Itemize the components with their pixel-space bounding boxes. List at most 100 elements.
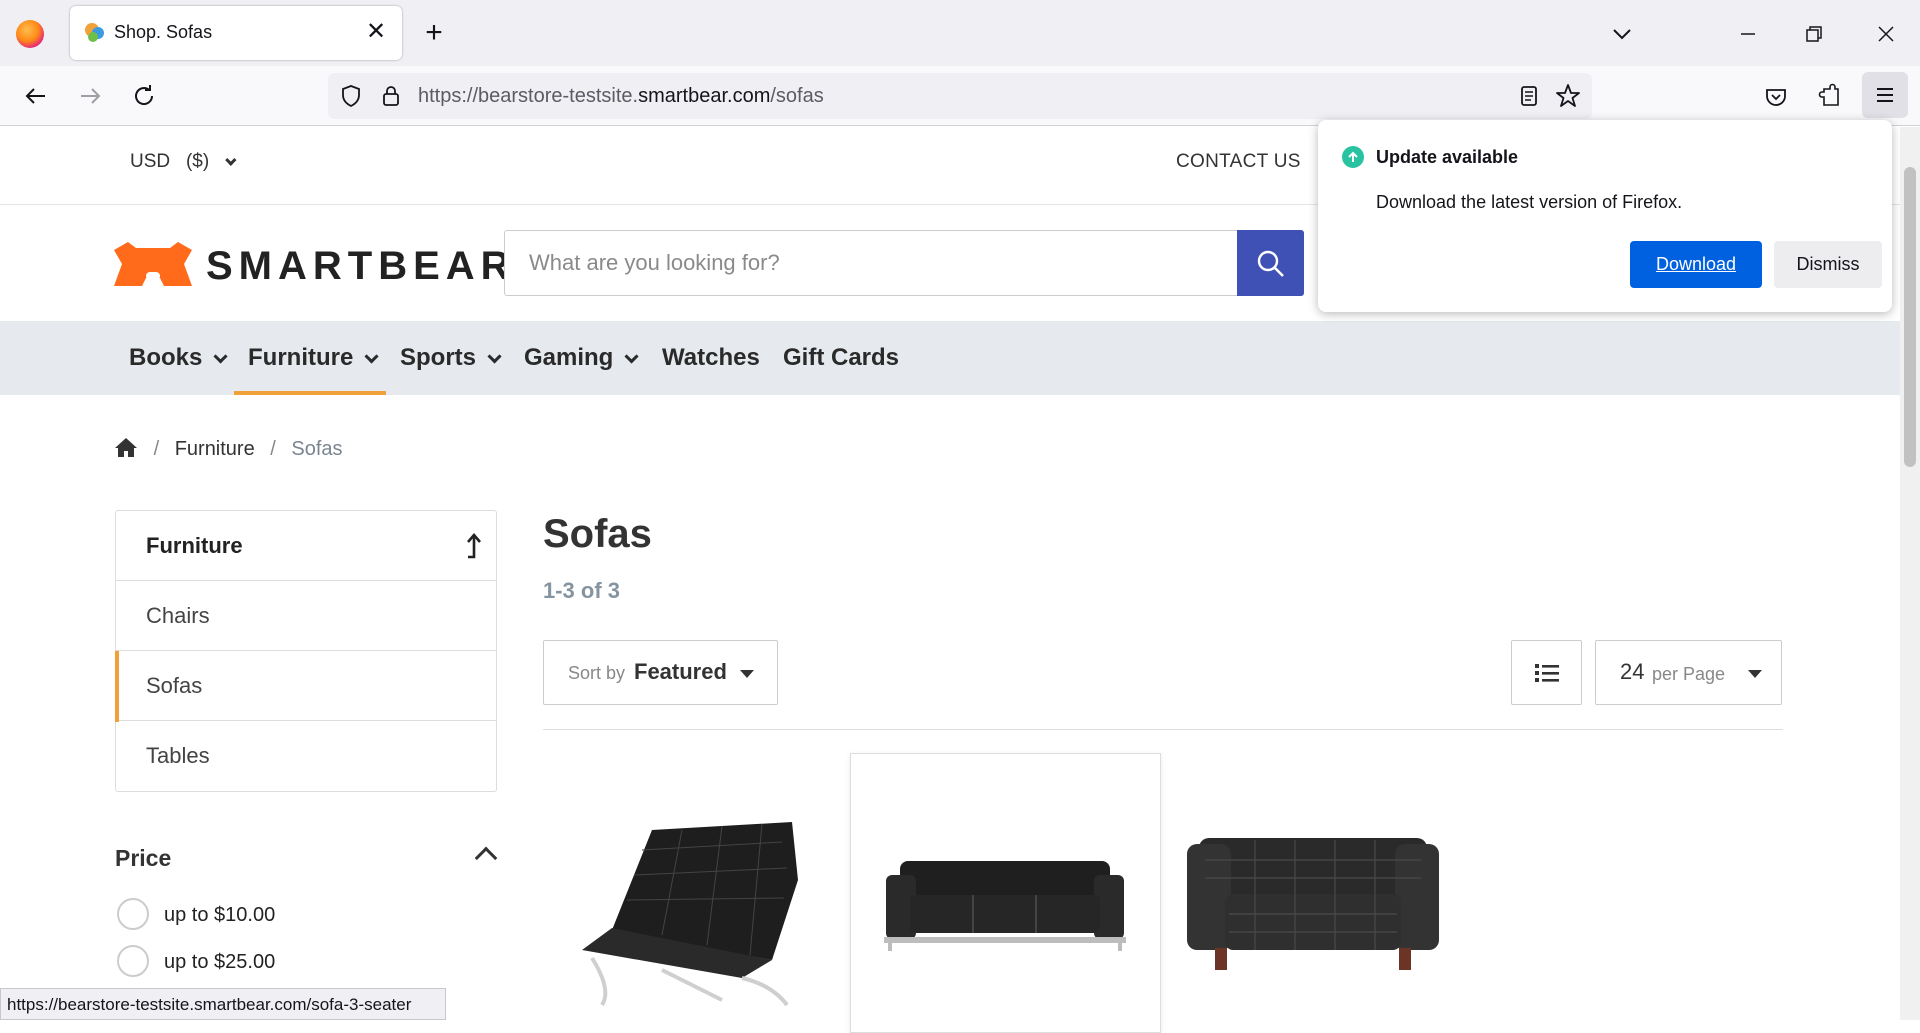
product-image-3-seater-sofa[interactable]	[880, 855, 1130, 955]
tab-title: Shop. Sofas	[114, 22, 213, 42]
sidebar-heading-furniture[interactable]: Furniture	[116, 511, 496, 581]
chevron-down-icon	[624, 349, 639, 364]
popup-message: Download the latest version of Firefox.	[1376, 192, 1683, 212]
contact-us-link[interactable]: CONTACT US	[1176, 151, 1301, 173]
hamburger-menu-icon	[1877, 88, 1893, 102]
caret-down-icon	[1748, 670, 1762, 678]
smartbear-logo[interactable]: SMARTBEAR	[112, 238, 510, 288]
reader-view-icon[interactable]	[1516, 83, 1542, 109]
browser-tab-bar: Shop. Sofas ✕ +	[0, 0, 1920, 66]
lock-icon[interactable]	[378, 83, 404, 109]
sidebar-item-label: Tables	[146, 743, 210, 768]
url-text[interactable]: https://bearstore-testsite.smartbear.com…	[418, 85, 824, 108]
reload-icon[interactable]	[126, 78, 162, 114]
caret-down-icon	[740, 670, 754, 678]
link-status-bar: https://bearstore-testsite.smartbear.com…	[0, 988, 446, 1020]
url-domain: smartbear.com	[638, 85, 771, 107]
chevron-down-icon[interactable]	[1606, 20, 1638, 48]
back-arrow-icon[interactable]	[18, 78, 54, 114]
sidebar-item-label: Chairs	[146, 603, 210, 628]
firefox-icon[interactable]	[16, 20, 44, 48]
per-page-value: 24	[1620, 659, 1645, 684]
download-button[interactable]: Download	[1630, 241, 1762, 288]
nav-label: Books	[129, 344, 203, 371]
address-bar[interactable]: https://bearstore-testsite.smartbear.com…	[328, 73, 1592, 119]
page-title: Sofas	[543, 512, 652, 556]
breadcrumb-current: Sofas	[291, 438, 343, 460]
sidebar-categories: Furniture Chairs Sofas Tables	[115, 510, 497, 792]
price-radio-10[interactable]	[117, 898, 149, 930]
list-view-icon	[1535, 664, 1559, 682]
currency-selector[interactable]: USD ($)	[130, 151, 237, 173]
price-option-label[interactable]: up to $25.00	[164, 951, 275, 974]
sort-dropdown[interactable]: Sort by Featured	[543, 640, 778, 705]
chevron-up-icon[interactable]	[474, 846, 498, 870]
nav-item-gift-cards[interactable]: Gift Cards	[783, 321, 899, 395]
nav-item-gaming[interactable]: Gaming	[524, 321, 639, 395]
forward-arrow-icon[interactable]	[72, 78, 108, 114]
chevron-down-icon	[213, 349, 228, 364]
new-tab-icon[interactable]: +	[418, 18, 450, 50]
per-page-label: per Page	[1652, 664, 1726, 684]
chevron-down-icon	[487, 349, 502, 364]
search-box	[504, 230, 1304, 296]
chevron-down-icon	[225, 154, 237, 166]
sort-prefix: Sort by	[568, 663, 626, 683]
product-image-barcelona-sofa[interactable]	[572, 810, 812, 1010]
divider	[543, 729, 1783, 730]
breadcrumb-furniture[interactable]: Furniture	[175, 438, 255, 460]
update-arrow-icon	[1342, 146, 1364, 168]
nav-item-books[interactable]: Books	[129, 321, 228, 395]
search-button[interactable]	[1237, 230, 1304, 296]
nav-item-sports[interactable]: Sports	[400, 321, 502, 395]
product-image-tufted-sofa[interactable]	[1185, 832, 1441, 972]
breadcrumb-separator: /	[270, 438, 276, 460]
url-path: /sofas	[770, 85, 824, 107]
nav-label: Furniture	[248, 344, 354, 371]
nav-label: Gaming	[524, 344, 614, 371]
search-input[interactable]	[505, 231, 1235, 295]
shield-icon[interactable]	[338, 83, 364, 109]
chevron-down-icon	[364, 349, 379, 364]
bookmark-star-icon[interactable]	[1554, 82, 1582, 110]
scrollbar-thumb[interactable]	[1904, 167, 1916, 467]
update-available-panel: Update available Download the latest ver…	[1318, 120, 1892, 312]
close-tab-icon[interactable]: ✕	[362, 18, 390, 46]
bear-logo-icon	[114, 242, 192, 286]
active-item-indicator	[115, 651, 119, 722]
category-nav: Books Furniture Sports Gaming Watches Gi…	[0, 321, 1900, 395]
popup-title: Update available	[1376, 147, 1519, 167]
pocket-icon[interactable]	[1762, 83, 1790, 111]
smartbear-favicon-icon	[85, 23, 104, 42]
sidebar-item-tables[interactable]: Tables	[116, 721, 496, 791]
sidebar-heading-label: Furniture	[146, 533, 243, 558]
home-icon[interactable]	[114, 436, 138, 458]
window-close-icon[interactable]	[1870, 18, 1902, 50]
sidebar-item-sofas[interactable]: Sofas	[116, 651, 496, 721]
dismiss-button[interactable]: Dismiss	[1774, 241, 1882, 288]
app-menu-button[interactable]	[1862, 72, 1908, 118]
breadcrumb: / Furniture / Sofas	[114, 436, 343, 466]
extensions-icon[interactable]	[1816, 83, 1844, 111]
currency-symbol: ($)	[185, 151, 210, 172]
sidebar-item-chairs[interactable]: Chairs	[116, 581, 496, 651]
per-page-dropdown[interactable]: 24 per Page	[1595, 640, 1782, 705]
nav-item-watches[interactable]: Watches	[662, 321, 760, 395]
active-nav-underline	[234, 391, 386, 395]
minimize-icon[interactable]	[1734, 20, 1762, 48]
price-filter-title[interactable]: Price	[115, 845, 171, 872]
nav-label: Sports	[400, 344, 477, 371]
browser-tab[interactable]: Shop. Sofas ✕	[70, 6, 402, 60]
nav-item-furniture[interactable]: Furniture	[248, 321, 379, 395]
sidebar-item-label: Sofas	[146, 673, 203, 698]
price-option-label[interactable]: up to $10.00	[164, 904, 275, 927]
logo-text: SMARTBEAR	[206, 244, 516, 288]
price-radio-25[interactable]	[117, 945, 149, 977]
list-view-button[interactable]	[1511, 640, 1582, 705]
restore-icon[interactable]	[1800, 20, 1828, 48]
page-scrollbar[interactable]	[1900, 127, 1920, 1020]
breadcrumb-separator: /	[153, 438, 160, 460]
search-icon	[1257, 250, 1284, 277]
nav-label: Watches	[662, 344, 760, 371]
sort-value: Featured	[634, 659, 727, 684]
